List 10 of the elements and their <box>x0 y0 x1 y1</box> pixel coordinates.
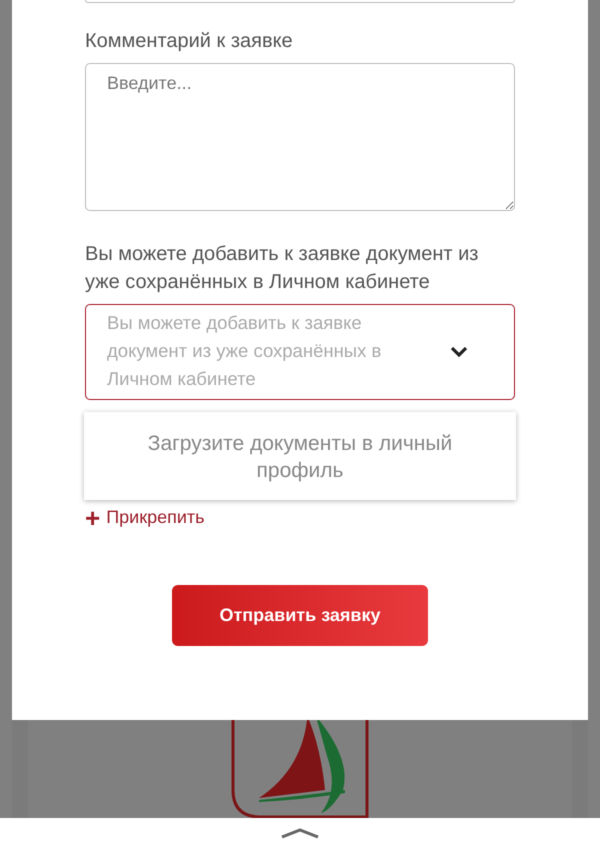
chevron-down-icon <box>449 344 469 358</box>
submit-button[interactable]: Отправить заявку <box>172 584 428 646</box>
field-label: Вы можете добавить к заявке документ из уже сохранённых в Личном кабинете <box>85 242 480 295</box>
field-label: Комментарий к заявке <box>85 29 294 54</box>
attach-link[interactable]: + Прикрепить <box>85 504 205 531</box>
chevron-up-icon[interactable] <box>280 826 320 838</box>
text-field[interactable] <box>85 0 515 3</box>
select-placeholder: Вы можете добавить к заявке документ из уже сохранённых в Личном кабинете <box>107 311 382 391</box>
empty-message: Загрузите документы в личный профиль <box>146 431 454 484</box>
comment-field[interactable]: Введите... <box>85 63 515 211</box>
